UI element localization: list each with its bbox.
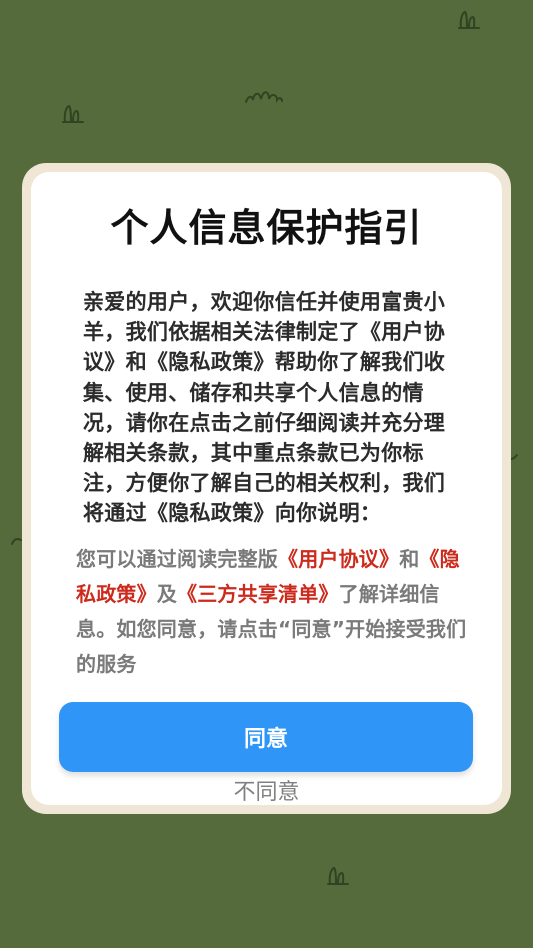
privacy-dialog-card: 个人信息保护指引 亲爱的用户，欢迎你信任并使用富贵小羊，我们依据相关法律制定了《…: [31, 172, 502, 805]
dialog-intro-text: 亲爱的用户，欢迎你信任并使用富贵小羊，我们依据相关法律制定了《用户协议》和《隐私…: [83, 290, 446, 526]
privacy-dialog: 个人信息保护指引 亲爱的用户，欢迎你信任并使用富贵小羊，我们依据相关法律制定了《…: [22, 163, 511, 814]
notice-and: 和: [399, 547, 420, 571]
notice-and-2: 及: [156, 582, 178, 606]
third-party-sharing-list-link[interactable]: 《三方共享清单》: [177, 582, 339, 606]
notice-prefix: 您可以通过阅读完整版: [76, 547, 278, 571]
grass-decoration-icon: [244, 86, 284, 106]
user-agreement-link[interactable]: 《用户协议》: [278, 547, 399, 571]
disagree-button[interactable]: 不同意: [31, 778, 502, 808]
dialog-notice-text: 您可以通过阅读完整版《用户协议》和《隐私政策》及《三方共享清单》了解详细信息。如…: [76, 542, 478, 682]
grass-decoration-icon: [327, 864, 351, 886]
dialog-title: 个人信息保护指引: [110, 206, 423, 250]
grass-decoration-icon: [458, 8, 482, 30]
agree-button[interactable]: 同意: [59, 702, 473, 772]
grass-decoration-icon: [62, 102, 86, 124]
